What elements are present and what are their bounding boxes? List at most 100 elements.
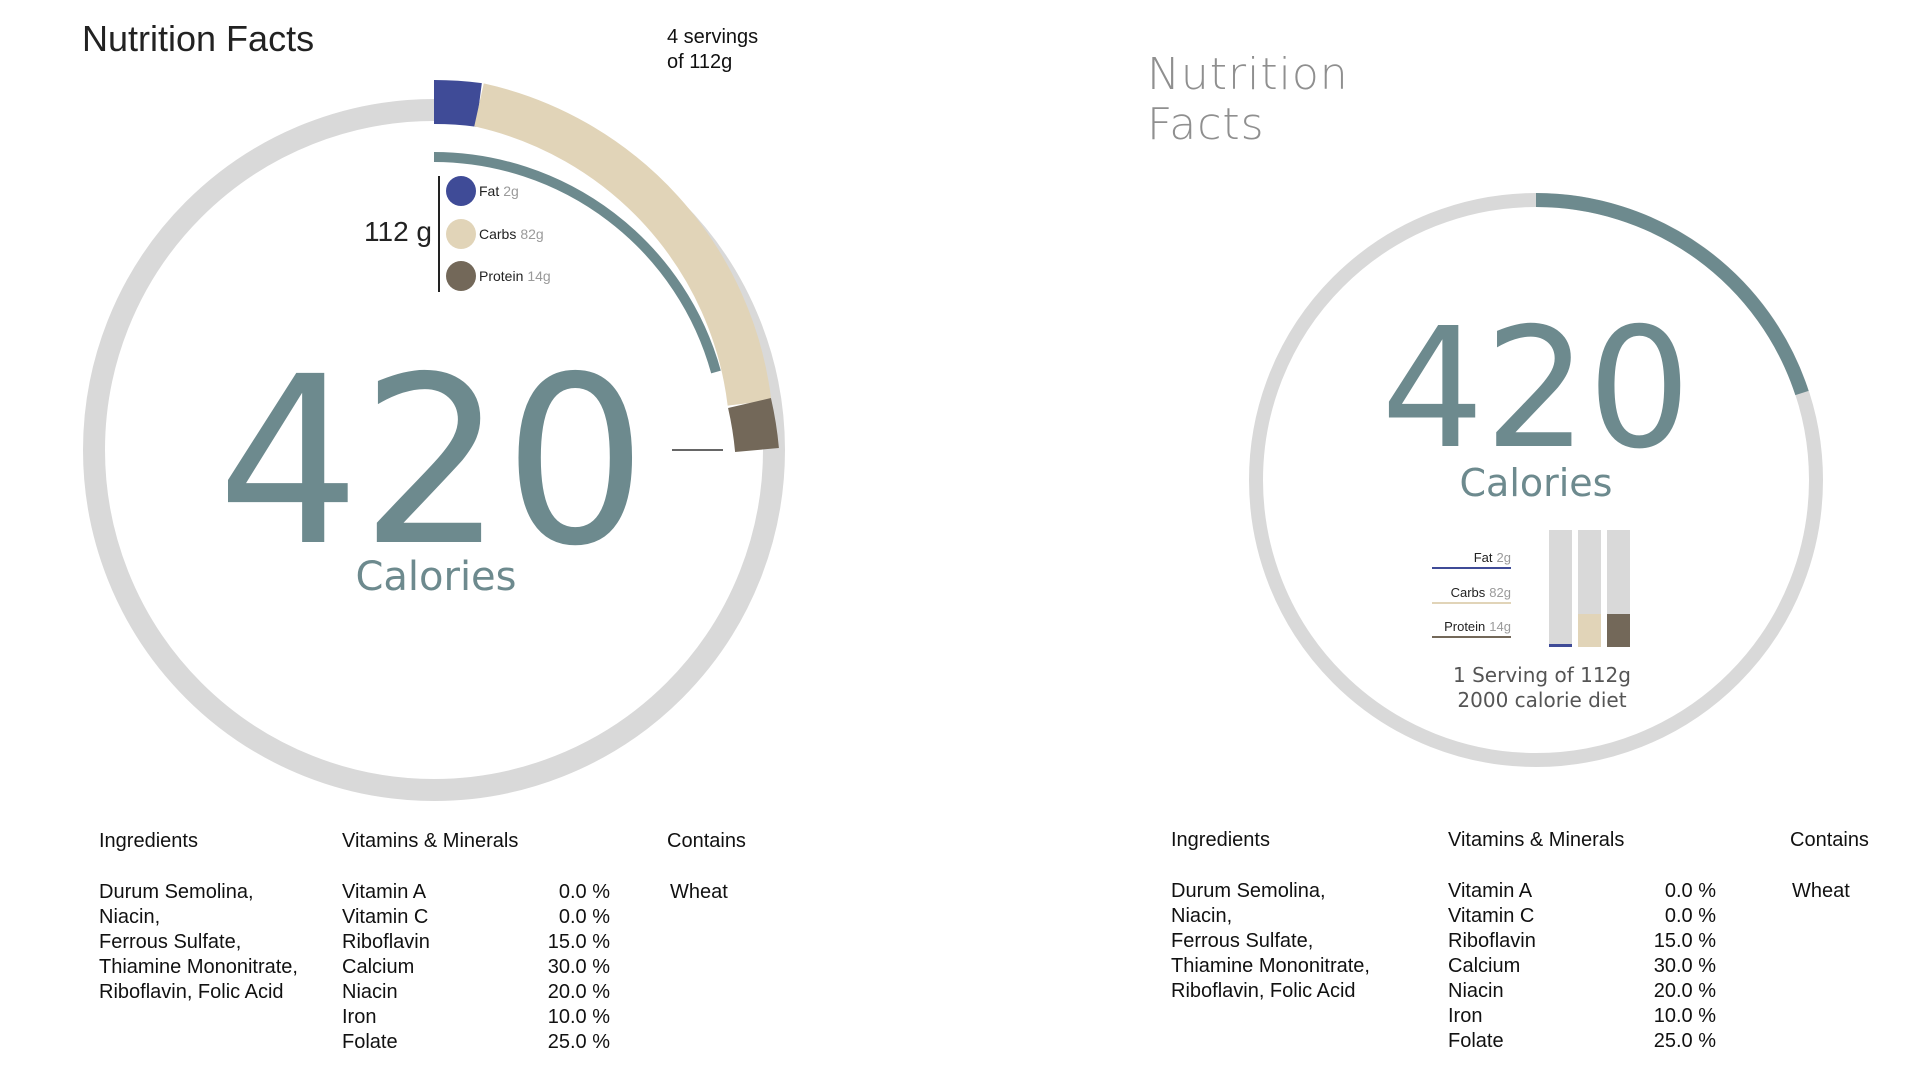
vitamin-row: Riboflavin 15.0 % xyxy=(342,930,610,955)
vitamin-name: Niacin xyxy=(1448,980,1504,1002)
vitamin-value: 0.0 % xyxy=(1664,905,1716,927)
contains-value: Wheat xyxy=(670,881,728,903)
carbs-legend: Carbs 82g xyxy=(479,226,544,242)
vitamin-name: Vitamin C xyxy=(342,906,429,928)
contains-heading-right: Contains xyxy=(1790,829,1869,851)
vitamin-row: Iron 10.0 % xyxy=(342,1005,610,1030)
protein-legend-name: Protein xyxy=(479,268,523,284)
vitamin-value: 0.0 % xyxy=(558,881,610,903)
vitamins-heading-right: Vitamins & Minerals xyxy=(1448,829,1625,851)
right-calorie-ring: 420 Calories Fat 2g Carbs 82g Protein 14g 1… xyxy=(1249,193,1823,767)
vitamin-name: Calcium xyxy=(1448,955,1521,977)
ingredient-item: Durum Semolina, xyxy=(1171,880,1326,902)
fat-legend: Fat 2g xyxy=(479,183,519,199)
vitamin-name: Calcium xyxy=(342,956,415,978)
ingredient-item: Thiamine Mononitrate, xyxy=(1171,955,1370,977)
vitamin-name: Vitamin A xyxy=(1448,880,1533,902)
vitamin-name: Riboflavin xyxy=(342,931,430,953)
calories-label-right: Calories xyxy=(1460,461,1613,505)
vitamin-value: 20.0 % xyxy=(1653,980,1716,1002)
ingredient-item: Thiamine Mononitrate, xyxy=(99,956,298,978)
vitamin-row: Niacin 20.0 % xyxy=(342,980,610,1005)
page-title-right-line1: Nutrition xyxy=(1147,49,1349,100)
vitamin-value: 25.0 % xyxy=(547,1031,610,1053)
vitamin-name: Iron xyxy=(1448,1005,1483,1027)
ingredients-list: Durum Semolina, Niacin, Ferrous Sulfate,… xyxy=(99,880,298,1005)
ingredient-item: Ferrous Sulfate, xyxy=(1171,930,1314,952)
vitamin-row: Vitamin A 0.0 % xyxy=(1448,879,1716,904)
vitamin-row: Folate 25.0 % xyxy=(1448,1029,1716,1054)
vitamin-row: Calcium 30.0 % xyxy=(342,955,610,980)
protein-bar-amount: 14g xyxy=(1489,619,1511,634)
ingredients-heading: Ingredients xyxy=(99,830,198,852)
carbs-dot xyxy=(446,219,476,249)
carbs-bar-amount: 82g xyxy=(1489,585,1511,600)
vitamin-value: 10.0 % xyxy=(1653,1005,1716,1027)
protein-bar-label: Protein 14g xyxy=(1444,619,1511,634)
vitamin-value: 0.0 % xyxy=(558,906,610,928)
protein-bar-name: Protein xyxy=(1444,619,1485,634)
carbs-bar-label: Carbs 82g xyxy=(1451,585,1511,600)
vitamin-value: 30.0 % xyxy=(1653,955,1716,977)
vitamin-value: 25.0 % xyxy=(1653,1030,1716,1052)
carbs-legend-name: Carbs xyxy=(479,226,516,242)
vitamin-row: Riboflavin 15.0 % xyxy=(1448,929,1716,954)
vitamins-heading: Vitamins & Minerals xyxy=(342,830,519,852)
contains-heading: Contains xyxy=(667,830,746,852)
ingredients-list-right: Durum Semolina, Niacin, Ferrous Sulfate,… xyxy=(1171,879,1370,1004)
diet-basis-right: 2000 calorie diet xyxy=(1457,688,1626,712)
ingredient-item: Riboflavin, Folic Acid xyxy=(1171,980,1356,1002)
vitamins-table: Vitamin A 0.0 % Vitamin C 0.0 % Riboflavin… xyxy=(342,880,610,1055)
vitamin-name: Riboflavin xyxy=(1448,930,1536,952)
ingredient-item: Durum Semolina, xyxy=(99,881,254,903)
fat-bar-amount: 2g xyxy=(1497,550,1511,565)
vitamin-value: 30.0 % xyxy=(547,956,610,978)
vitamin-name: Vitamin A xyxy=(342,881,427,903)
vitamin-row: Folate 25.0 % xyxy=(342,1030,610,1055)
page-title-right-line2: Facts xyxy=(1147,99,1265,150)
fat-bar-track xyxy=(1549,530,1572,647)
protein-dot xyxy=(446,261,476,291)
serving-size-right: 1 Serving of 112g xyxy=(1453,663,1631,687)
ingredient-item: Ferrous Sulfate, xyxy=(99,931,242,953)
fat-bar-fill xyxy=(1549,644,1572,647)
left-calorie-ring: Fat 2g Carbs 82g Protein 14g 112 g 420 Calo… xyxy=(83,79,785,801)
protein-legend-amount: 14g xyxy=(527,268,550,284)
vitamin-name: Niacin xyxy=(342,981,398,1003)
vitamin-value: 15.0 % xyxy=(1653,930,1716,952)
vitamin-row: Vitamin C 0.0 % xyxy=(342,905,610,930)
carbs-legend-amount: 82g xyxy=(520,226,543,242)
fat-bar-label: Fat 2g xyxy=(1474,550,1511,565)
vitamin-name: Folate xyxy=(1448,1030,1504,1052)
vitamin-value: 20.0 % xyxy=(547,981,610,1003)
fat-dot xyxy=(446,176,476,206)
fat-bar-name: Fat xyxy=(1474,550,1493,565)
page-title-right: Nutrition Facts xyxy=(1147,50,1349,150)
ingredients-heading-right: Ingredients xyxy=(1171,829,1270,851)
vitamin-value: 10.0 % xyxy=(547,1006,610,1028)
vitamin-row: Niacin 20.0 % xyxy=(1448,979,1716,1004)
protein-arc xyxy=(727,398,779,453)
fat-legend-name: Fat xyxy=(479,183,499,199)
calories-label: Calories xyxy=(355,554,516,600)
carbs-bar-fill xyxy=(1578,614,1601,647)
protein-bar-fill xyxy=(1607,614,1630,647)
ingredient-item: Niacin, xyxy=(99,906,161,928)
protein-legend: Protein 14g xyxy=(479,268,551,284)
fat-legend-amount: 2g xyxy=(503,183,519,199)
vitamin-row: Calcium 30.0 % xyxy=(1448,954,1716,979)
calories-number-right: 420 xyxy=(1381,293,1691,486)
vitamin-name: Folate xyxy=(342,1031,398,1053)
vitamin-row: Iron 10.0 % xyxy=(1448,1004,1716,1029)
serving-weight: 112 g xyxy=(364,216,432,247)
fat-arc xyxy=(433,79,482,127)
contains-value-right: Wheat xyxy=(1792,880,1850,902)
vitamin-value: 0.0 % xyxy=(1664,880,1716,902)
vitamin-name: Vitamin C xyxy=(1448,905,1535,927)
vitamin-name: Iron xyxy=(342,1006,377,1028)
vitamin-row: Vitamin C 0.0 % xyxy=(1448,904,1716,929)
ingredient-item: Niacin, xyxy=(1171,905,1233,927)
vitamin-row: Vitamin A 0.0 % xyxy=(342,880,610,905)
vitamin-value: 15.0 % xyxy=(547,931,610,953)
ingredient-item: Riboflavin, Folic Acid xyxy=(99,981,284,1003)
